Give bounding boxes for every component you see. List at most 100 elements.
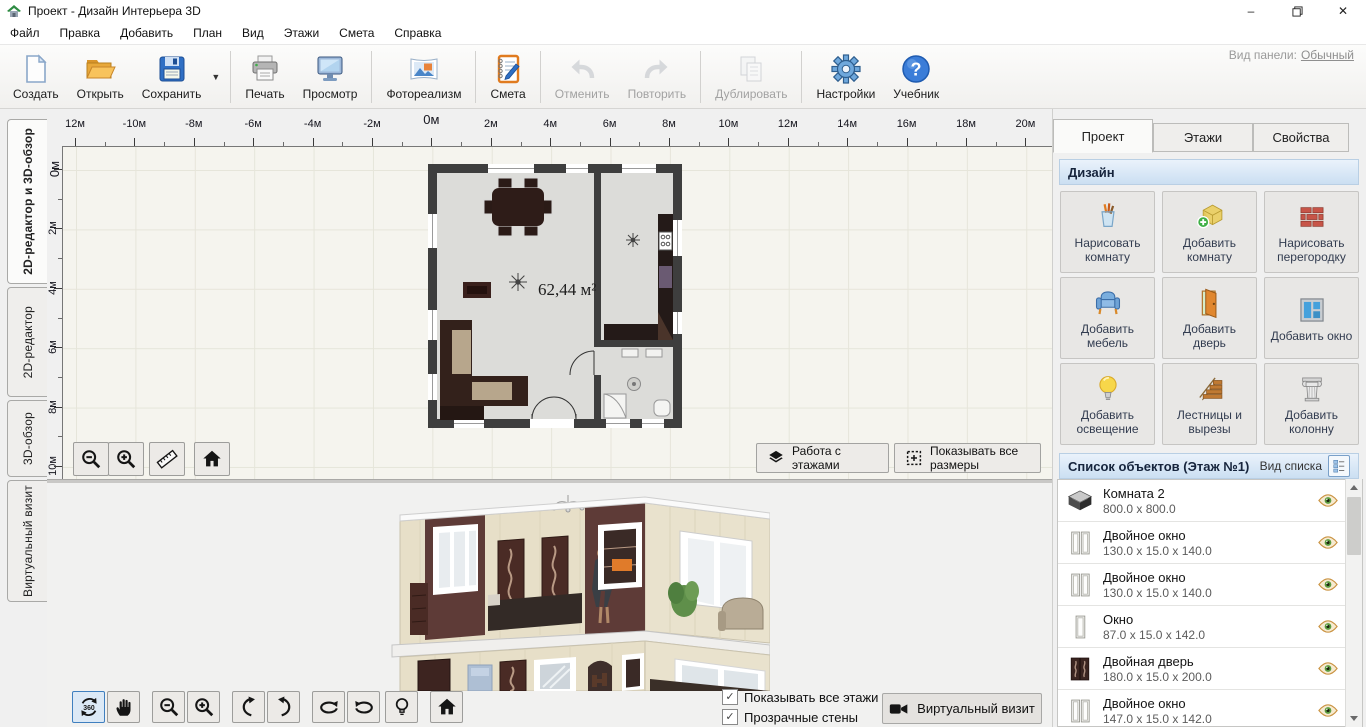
menu-item[interactable]: Смета	[329, 22, 384, 44]
object-name: Двойное окно	[1103, 570, 1212, 585]
print-button[interactable]: Печать	[236, 50, 293, 103]
transparent-walls-checkbox[interactable]: ✓Прозрачные стены	[722, 709, 858, 725]
restore-icon	[1292, 6, 1303, 17]
undo-button[interactable]: Отменить	[546, 50, 619, 103]
zoom-out-icon	[158, 696, 180, 718]
object-list-scrollbar[interactable]	[1345, 479, 1362, 727]
scroll-down-arrow[interactable]	[1346, 710, 1362, 727]
floor-plan[interactable]: 62,44 м²	[426, 162, 684, 430]
view-360-button[interactable]	[72, 691, 105, 723]
close-button[interactable]: ✕	[1320, 0, 1366, 22]
tab-properties[interactable]: Свойства	[1253, 123, 1349, 152]
design-button-4[interactable]: Добавить дверь	[1162, 277, 1257, 359]
list-view-button[interactable]	[1328, 455, 1350, 477]
orbit-left-button[interactable]	[312, 691, 345, 723]
zoom-out-3d-button[interactable]	[152, 691, 185, 723]
right-panel: Проект Этажи Свойства Дизайн Нарисовать …	[1052, 109, 1366, 727]
virtual-visit-button[interactable]: Виртуальный визит	[882, 693, 1042, 724]
measure-button[interactable]	[149, 442, 185, 476]
design-button-0[interactable]: Нарисовать комнату	[1060, 191, 1155, 273]
zoom-in-2d-button[interactable]	[108, 442, 144, 476]
object-row-5[interactable]: Двойное окно147.0 x 15.0 x 142.0	[1058, 690, 1362, 727]
tab-2d-editor[interactable]: 2D-редактор	[7, 287, 48, 397]
tab-floors[interactable]: Этажи	[1153, 123, 1253, 152]
design-button-6[interactable]: Добавить освещение	[1060, 363, 1155, 445]
duplicate-button[interactable]: Дублировать	[706, 50, 796, 103]
object-row-0[interactable]: Комната 2800.0 x 800.0	[1058, 480, 1362, 522]
rotate-down-icon	[273, 696, 295, 718]
menu-item[interactable]: Файл	[0, 22, 50, 44]
design-button-5[interactable]: Добавить окно	[1264, 277, 1359, 359]
add-room-icon	[1193, 200, 1227, 234]
menu-item[interactable]: Вид	[232, 22, 274, 44]
menu-item[interactable]: Добавить	[110, 22, 183, 44]
home-view-button[interactable]	[430, 691, 463, 723]
orbit-right-button[interactable]	[347, 691, 380, 723]
ruler-label-h: -4м	[304, 118, 321, 130]
eye-icon[interactable]	[1318, 578, 1338, 591]
view-3d[interactable]: ✓Показывать все этажи ✓Прозрачные стены …	[47, 483, 1052, 727]
horizontal-ruler: 12м-10м-8м-6м-4м-2м0м2м4м6м8м10м12м14м16…	[47, 109, 1052, 146]
tab-project[interactable]: Проект	[1053, 119, 1153, 153]
tab-2d-3d[interactable]: 2D-редактор и 3D-обзор	[7, 119, 49, 284]
object-row-1[interactable]: Двойное окно130.0 x 15.0 x 140.0	[1058, 522, 1362, 564]
minimize-button[interactable]: –	[1228, 0, 1274, 22]
tab-virtual-visit[interactable]: Виртуальный визит	[7, 480, 48, 602]
floors-button[interactable]: Работа с этажами	[756, 443, 889, 473]
fit-view-2d-button[interactable]	[194, 442, 230, 476]
workspace: 12м-10м-8м-6м-4м-2м0м2м4м6м8м10м12м14м16…	[47, 109, 1052, 727]
eye-icon[interactable]	[1318, 536, 1338, 549]
object-row-4[interactable]: Двойная дверь180.0 x 15.0 x 200.0	[1058, 648, 1362, 690]
open-button[interactable]: Открыть	[68, 50, 133, 103]
eye-icon[interactable]	[1318, 704, 1338, 717]
menu-item[interactable]: Справка	[384, 22, 451, 44]
scroll-up-arrow[interactable]	[1346, 479, 1362, 496]
design-button-7[interactable]: Лестницы и вырезы	[1162, 363, 1257, 445]
rotate-down-button[interactable]	[267, 691, 300, 723]
toolbar-separator	[230, 51, 231, 103]
scroll-thumb[interactable]	[1347, 497, 1361, 555]
photoreal-icon	[408, 53, 440, 85]
light-button[interactable]	[385, 691, 418, 723]
photorealism-button[interactable]: Фотореализм	[377, 50, 470, 103]
settings-button[interactable]: Настройки	[807, 50, 884, 103]
panel-view-link[interactable]: Обычный	[1301, 48, 1354, 62]
design-section-header: Дизайн	[1059, 159, 1359, 185]
redo-button[interactable]: Повторить	[619, 50, 696, 103]
object-row-3[interactable]: Окно87.0 x 15.0 x 142.0	[1058, 606, 1362, 648]
double-window-object-icon	[1066, 529, 1094, 557]
menu-item[interactable]: План	[183, 22, 232, 44]
show-all-sizes-button[interactable]: Показывать все размеры	[894, 443, 1041, 473]
double-window-object-icon	[1066, 697, 1094, 725]
rotate-up-button[interactable]	[232, 691, 265, 723]
save-button[interactable]: Сохранить	[133, 50, 211, 103]
tab-3d-view[interactable]: 3D-обзор	[7, 400, 48, 477]
new-button[interactable]: Создать	[4, 50, 68, 103]
pan-button[interactable]	[107, 691, 140, 723]
restore-button[interactable]	[1274, 0, 1320, 22]
plan-2d-canvas[interactable]: 62,44 м² Работа с этажами Показывать все…	[62, 146, 1053, 480]
design-button-1[interactable]: Добавить комнату	[1162, 191, 1257, 273]
preview-button[interactable]: Просмотр	[294, 50, 367, 103]
zoom-out-2d-button[interactable]	[73, 442, 109, 476]
tutorial-button[interactable]: Учебник	[884, 50, 948, 103]
measure-ruler-icon	[156, 448, 178, 470]
menu-item[interactable]: Правка	[50, 22, 111, 44]
design-button-2[interactable]: Нарисовать перегородку	[1264, 191, 1359, 273]
zoom-out-icon	[80, 448, 102, 470]
menu-bar: ФайлПравкаДобавитьПланВидЭтажиСметаСправ…	[0, 22, 1366, 45]
title-bar: Проект - Дизайн Интерьера 3D – ✕	[0, 0, 1366, 22]
eye-icon[interactable]	[1318, 494, 1338, 507]
object-row-2[interactable]: Двойное окно130.0 x 15.0 x 140.0	[1058, 564, 1362, 606]
menu-item[interactable]: Этажи	[274, 22, 329, 44]
eye-icon[interactable]	[1318, 620, 1338, 633]
show-all-floors-checkbox[interactable]: ✓Показывать все этажи	[722, 689, 878, 705]
add-door-icon	[1193, 286, 1227, 320]
zoom-in-3d-button[interactable]	[187, 691, 220, 723]
design-button-3[interactable]: Добавить мебель	[1060, 277, 1155, 359]
estimate-button[interactable]: Смета	[481, 50, 534, 103]
eye-icon[interactable]	[1318, 662, 1338, 675]
design-button-8[interactable]: Добавить колонну	[1264, 363, 1359, 445]
ruler-label-h: 6м	[603, 118, 617, 130]
add-light-icon	[1091, 372, 1125, 406]
